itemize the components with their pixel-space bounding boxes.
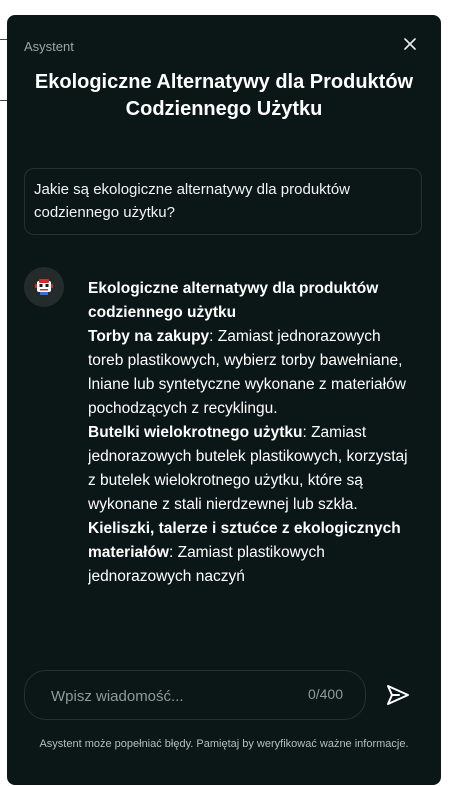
assistant-panel: Asystent Ekologiczne Alternatywy dla Pro… bbox=[7, 15, 441, 785]
char-counter: 0/400 bbox=[307, 686, 343, 702]
list-item-title: Butelki wielokrotnego użytku bbox=[88, 424, 303, 441]
close-button[interactable] bbox=[401, 35, 419, 53]
list-item-title: Torby na zakupy bbox=[88, 328, 210, 345]
message-composer: 0/400 bbox=[24, 670, 366, 721]
list-item: Butelki wielokrotnego użytku: Zamiast je… bbox=[88, 421, 418, 517]
page-title: Ekologiczne Alternatywy dla Produktów Co… bbox=[34, 71, 414, 120]
send-button[interactable] bbox=[385, 683, 411, 707]
panel-label: Asystent bbox=[24, 39, 74, 54]
robot-icon bbox=[35, 279, 53, 295]
user-message: Jakie są ekologiczne alternatywy dla pro… bbox=[24, 168, 422, 235]
bot-message: Ekologiczne alternatywy dla produktów co… bbox=[88, 277, 418, 627]
bot-avatar bbox=[24, 267, 64, 307]
close-icon bbox=[404, 38, 416, 50]
send-icon bbox=[387, 685, 409, 705]
disclaimer: Asystent może popełniać błędy. Pamiętaj … bbox=[39, 738, 409, 750]
list-item: Kieliszki, talerze i sztućce z ekologicz… bbox=[88, 517, 418, 589]
bot-message-heading: Ekologiczne alternatywy dla produktów co… bbox=[88, 280, 379, 321]
message-input[interactable] bbox=[49, 671, 283, 721]
list-item: Torby na zakupy: Zamiast jednorazowych t… bbox=[88, 325, 418, 421]
